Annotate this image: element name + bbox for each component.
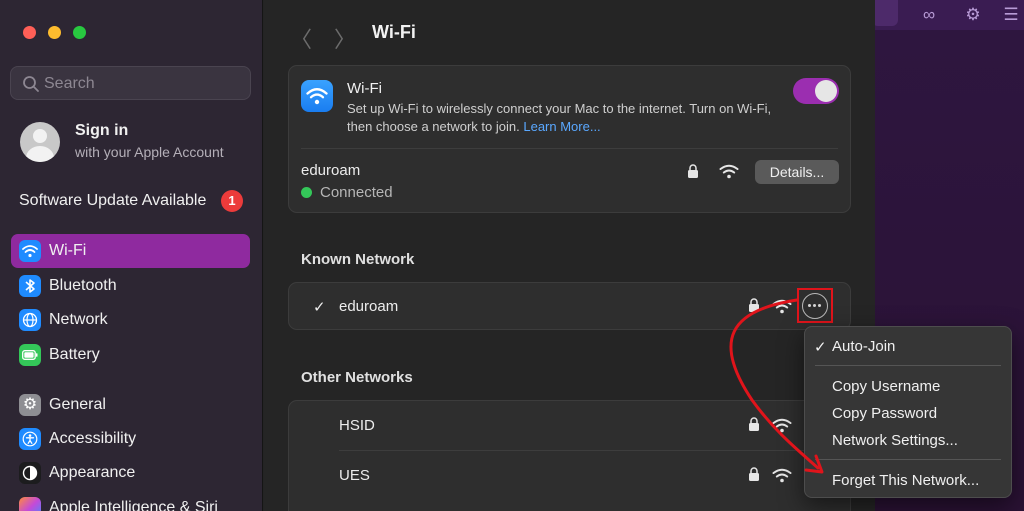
other-networks-header: Other Networks xyxy=(301,369,413,386)
menu-item-auto-join[interactable]: Auto-Join xyxy=(832,338,895,355)
menubar-extra-icon[interactable]: ☰ xyxy=(1000,4,1022,26)
account-signin[interactable]: Sign in with your Apple Account xyxy=(20,120,250,164)
close-window-button[interactable] xyxy=(23,26,36,39)
lock-icon xyxy=(749,298,759,312)
sidebar-item-accessibility[interactable]: Accessibility xyxy=(11,422,250,456)
avatar xyxy=(20,122,60,162)
details-button[interactable]: Details... xyxy=(755,160,839,184)
sidebar-item-bluetooth[interactable]: Bluetooth xyxy=(11,269,250,303)
siri-icon xyxy=(19,497,41,511)
menu-item-copy-username[interactable]: Copy Username xyxy=(832,378,940,395)
minimize-window-button[interactable] xyxy=(48,26,61,39)
gear-icon: ⚙ xyxy=(19,394,41,416)
other-network-name[interactable]: HSID xyxy=(339,417,375,434)
menubar-app-icon[interactable] xyxy=(872,0,898,26)
checkmark-icon: ✓ xyxy=(313,299,326,316)
sidebar-item-label: General xyxy=(49,396,106,413)
wifi-card: Wi-Fi Set up Wi-Fi to wirelessly connect… xyxy=(288,65,851,213)
sidebar-item-label: Accessibility xyxy=(49,430,137,447)
annotation-highlight-box xyxy=(797,288,833,323)
gear-icon[interactable]: ⚙ xyxy=(962,4,984,26)
sidebar-item-label: Bluetooth xyxy=(49,277,117,294)
wifi-signal-icon xyxy=(719,164,739,179)
known-network-name: eduroam xyxy=(339,298,399,315)
accessibility-icon xyxy=(19,428,41,450)
infinity-icon[interactable]: ∞ xyxy=(918,4,940,26)
update-badge: 1 xyxy=(221,190,243,212)
page-title: Wi-Fi xyxy=(372,22,416,42)
wifi-signal-icon xyxy=(772,468,792,483)
menu-item-network-settings[interactable]: Network Settings... xyxy=(832,432,958,449)
checkmark-icon: ✓ xyxy=(814,339,827,356)
sidebar-item-network[interactable]: Network xyxy=(11,303,250,337)
main-content: 〈 〉 Wi-Fi Wi-Fi Set up Wi-Fi to wireless… xyxy=(264,0,875,511)
status-dot xyxy=(301,187,312,198)
other-network-name[interactable]: UES xyxy=(339,467,370,484)
sidebar-item-appearance[interactable]: Appearance xyxy=(11,456,250,490)
connection-status: Connected xyxy=(301,184,393,201)
desktop-menubar: ∞ ⚙ ☰ xyxy=(870,0,1024,30)
menu-item-copy-password[interactable]: Copy Password xyxy=(832,405,937,422)
account-subtitle: with your Apple Account xyxy=(75,144,224,160)
account-name: Sign in xyxy=(75,122,129,139)
wifi-icon xyxy=(19,240,41,262)
wifi-toggle[interactable] xyxy=(793,78,839,104)
current-network-name: eduroam xyxy=(301,162,361,179)
lock-icon xyxy=(688,164,698,178)
wifi-signal-icon xyxy=(772,299,792,314)
sidebar-item-label: Appearance xyxy=(49,464,136,481)
forward-chevron-icon[interactable]: 〉 xyxy=(334,22,356,54)
sidebar-item-label: Apple Intelligence & Siri xyxy=(49,499,218,511)
sidebar-item-general[interactable]: ⚙ General xyxy=(11,388,250,422)
known-network-row[interactable]: ✓ eduroam xyxy=(288,282,851,330)
battery-icon xyxy=(19,344,41,366)
sidebar-item-label: Battery xyxy=(49,346,100,363)
menu-item-forget-network[interactable]: Forget This Network... xyxy=(832,472,979,489)
lock-icon xyxy=(749,417,759,431)
back-chevron-icon[interactable]: 〈 xyxy=(290,22,312,54)
search-placeholder: Search xyxy=(44,75,95,92)
software-update-link[interactable]: Software Update Available xyxy=(19,192,206,210)
sidebar-item-wifi[interactable]: Wi-Fi xyxy=(11,234,250,268)
search-icon xyxy=(23,76,39,92)
appearance-icon xyxy=(19,462,41,484)
wifi-icon xyxy=(301,80,333,112)
sidebar-item-apple-intelligence[interactable]: Apple Intelligence & Siri xyxy=(11,491,250,511)
sidebar: Search Sign in with your Apple Account S… xyxy=(0,0,263,511)
bluetooth-icon xyxy=(19,275,41,297)
wifi-description: Set up Wi-Fi to wirelessly connect your … xyxy=(347,101,772,134)
zoom-window-button[interactable] xyxy=(73,26,86,39)
globe-icon xyxy=(19,309,41,331)
lock-icon xyxy=(749,467,759,481)
search-input[interactable]: Search xyxy=(10,66,251,100)
known-network-header: Known Network xyxy=(301,251,415,268)
wifi-card-title: Wi-Fi xyxy=(347,80,382,97)
sidebar-item-label: Wi-Fi xyxy=(49,242,87,259)
other-networks-list: HSID UES xyxy=(288,400,851,511)
sidebar-item-label: Network xyxy=(49,311,108,328)
network-context-menu: ✓ Auto-Join Copy Username Copy Password … xyxy=(804,326,1012,498)
wifi-signal-icon xyxy=(772,418,792,433)
learn-more-link[interactable]: Learn More... xyxy=(523,119,600,134)
settings-window: Search Sign in with your Apple Account S… xyxy=(0,0,875,511)
sidebar-item-battery[interactable]: Battery xyxy=(11,338,250,372)
